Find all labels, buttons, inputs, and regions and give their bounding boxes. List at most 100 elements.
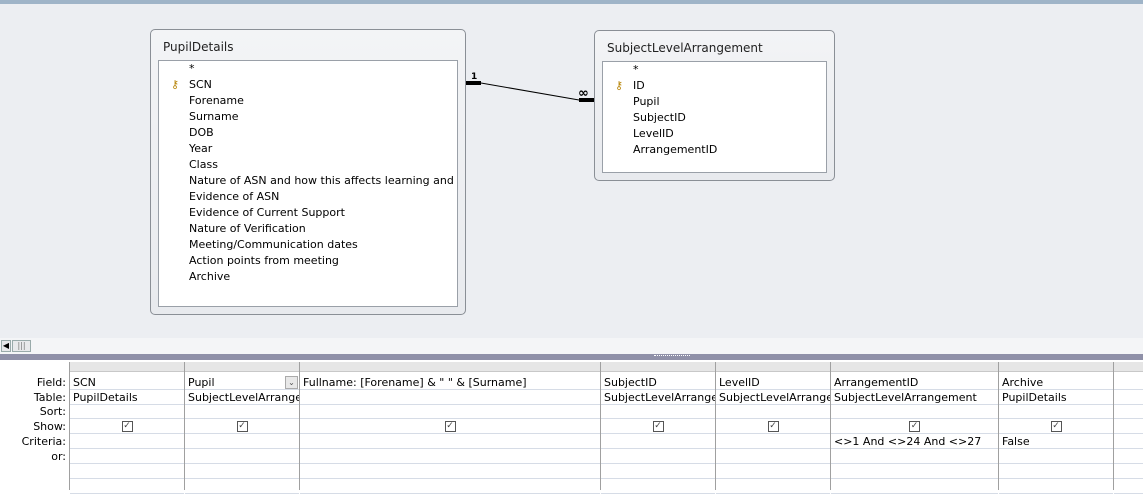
field-item[interactable]: LevelID (633, 126, 674, 142)
field-cell[interactable]: ArrangementID (831, 375, 998, 390)
show-cell[interactable]: ✓ (300, 419, 600, 434)
grid-column[interactable] (1113, 362, 1143, 494)
field-cell[interactable]: SCN (70, 375, 184, 390)
field-item[interactable]: DOB (189, 125, 214, 141)
field-item[interactable]: ArrangementID (633, 142, 717, 158)
field-item[interactable]: SCN (189, 77, 212, 93)
or-cell[interactable] (601, 449, 715, 464)
criteria-cell[interactable]: <>1 And <>24 And <>27 (831, 434, 998, 449)
sort-cell[interactable] (1114, 404, 1143, 419)
or-cell[interactable] (300, 449, 600, 464)
table-subjectlevelarrangement[interactable]: SubjectLevelArrangement * ID ⚷ Pupil Subject… (594, 30, 835, 181)
column-selector[interactable] (300, 362, 600, 372)
or-cell[interactable] (185, 449, 299, 464)
field-item[interactable]: Year (189, 141, 212, 157)
grid-column[interactable]: SCN PupilDetails ✓ (69, 362, 184, 494)
field-item[interactable]: Surname (189, 109, 238, 125)
table-cell[interactable]: SubjectLevelArrangem (185, 390, 299, 405)
grid-column[interactable]: ArrangementID SubjectLevelArrangement ✓ <>1… (830, 362, 998, 494)
column-selector[interactable] (999, 362, 1113, 372)
or-cell[interactable] (716, 449, 830, 464)
criteria-cell[interactable] (300, 434, 600, 449)
show-cell[interactable]: ✓ (185, 419, 299, 434)
column-selector[interactable] (716, 362, 830, 372)
field-item[interactable]: Evidence of Current Support (189, 205, 345, 221)
extra-cell[interactable] (716, 464, 830, 479)
extra-cell[interactable] (70, 479, 184, 494)
extra-cell[interactable] (185, 479, 299, 494)
field-cell[interactable]: Fullname: [Forename] & " " & [Surname] (300, 375, 600, 390)
grid-column[interactable]: SubjectIDSubjectLevelArrangem ✓ (600, 362, 715, 494)
field-item[interactable]: * (633, 62, 639, 78)
or-cell[interactable] (1114, 449, 1143, 464)
show-checkbox[interactable]: ✓ (909, 421, 920, 432)
extra-cell[interactable] (716, 479, 830, 494)
sort-cell[interactable] (70, 404, 184, 419)
sort-cell[interactable] (185, 404, 299, 419)
show-cell[interactable]: ✓ (601, 419, 715, 434)
field-item[interactable]: Nature of Verification (189, 221, 306, 237)
show-checkbox[interactable]: ✓ (767, 421, 779, 432)
criteria-cell[interactable] (70, 434, 184, 449)
field-item[interactable]: * (189, 61, 195, 77)
extra-cell[interactable] (999, 464, 1113, 479)
field-item[interactable]: Evidence of ASN (189, 189, 279, 205)
field-item[interactable]: Meeting/Communication dates (189, 237, 358, 253)
table-cell[interactable] (300, 390, 600, 405)
extra-cell[interactable] (601, 464, 715, 479)
field-item[interactable]: ID (633, 78, 645, 94)
field-item[interactable]: Nature of ASN and how this affects learn… (189, 173, 457, 189)
field-cell[interactable]: Pupil ⌄ (185, 375, 299, 390)
field-cell[interactable]: LevelID (716, 375, 830, 390)
scroll-thumb[interactable]: ||| (12, 340, 31, 352)
table-pupildetails[interactable]: PupilDetails * SCN ⚷ Forename Surname DOB Year… (150, 29, 466, 315)
table-cell[interactable]: PupilDetails (999, 390, 1113, 405)
extra-cell[interactable] (70, 464, 184, 479)
sort-cell[interactable] (300, 404, 600, 419)
field-list[interactable]: * SCN ⚷ Forename Surname DOB Year Class Nature o… (158, 60, 458, 307)
field-cell[interactable]: SubjectID (601, 375, 715, 390)
scroll-left-icon[interactable]: ◀ (1, 340, 11, 352)
show-cell[interactable]: ✓ (999, 419, 1113, 434)
show-cell[interactable] (1114, 419, 1143, 434)
table-cell[interactable]: SubjectLevelArrangem (601, 390, 715, 405)
grid-column[interactable]: Archive PupilDetails ✓ False (998, 362, 1113, 494)
show-checkbox[interactable]: ✓ (1050, 421, 1062, 432)
grid-column[interactable]: Pupil ⌄SubjectLevelArrangem ✓ (184, 362, 299, 494)
show-checkbox[interactable]: ✓ (236, 421, 248, 432)
grid-column[interactable]: Fullname: [Forename] & " " & [Surname] ✓ (299, 362, 600, 494)
show-checkbox[interactable]: ✓ (444, 421, 456, 432)
criteria-cell[interactable] (601, 434, 715, 449)
or-cell[interactable] (70, 449, 184, 464)
column-selector[interactable] (1114, 362, 1143, 372)
field-item[interactable]: Pupil (633, 94, 660, 110)
table-cell[interactable]: PupilDetails (70, 390, 184, 405)
criteria-cell[interactable] (185, 434, 299, 449)
column-selector[interactable] (185, 362, 299, 372)
criteria-cell[interactable]: False (999, 434, 1113, 449)
extra-cell[interactable] (831, 464, 998, 479)
sort-cell[interactable] (716, 404, 830, 419)
show-cell[interactable]: ✓ (70, 419, 184, 434)
show-checkbox[interactable]: ✓ (652, 421, 664, 432)
field-item[interactable]: SubjectID (633, 110, 686, 126)
extra-cell[interactable] (1114, 464, 1143, 479)
extra-cell[interactable] (601, 479, 715, 494)
column-selector[interactable] (70, 362, 184, 372)
sort-cell[interactable] (999, 404, 1113, 419)
extra-cell[interactable] (999, 479, 1113, 494)
criteria-cell[interactable] (716, 434, 830, 449)
or-cell[interactable] (831, 449, 998, 464)
field-cell[interactable]: Archive (999, 375, 1113, 390)
or-cell[interactable] (999, 449, 1113, 464)
show-cell[interactable]: ✓ (716, 419, 830, 434)
sort-cell[interactable] (831, 404, 998, 419)
show-cell[interactable]: ✓ (831, 419, 998, 434)
sort-cell[interactable] (601, 404, 715, 419)
column-selector[interactable] (601, 362, 715, 372)
field-item[interactable]: Forename (189, 93, 244, 109)
show-checkbox[interactable]: ✓ (121, 421, 133, 432)
horizontal-scrollbar[interactable]: ◀ ||| (0, 338, 1143, 354)
chevron-down-icon[interactable]: ⌄ (285, 376, 298, 389)
extra-cell[interactable] (300, 479, 600, 494)
